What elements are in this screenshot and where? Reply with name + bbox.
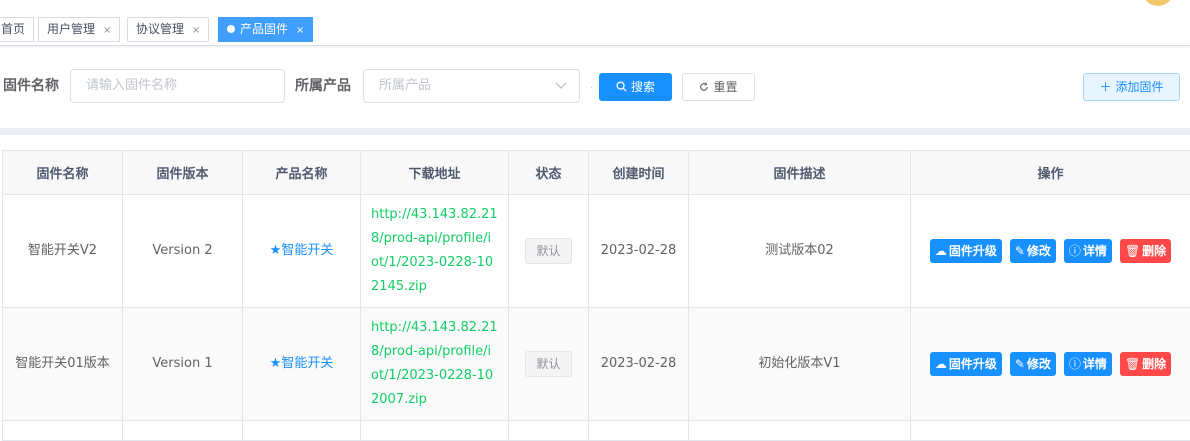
plus-icon: ＋ (1099, 74, 1111, 100)
search-button[interactable]: 搜索 (599, 73, 672, 101)
status-cell: 默认 (509, 308, 589, 421)
status-cell: 默认 (509, 195, 589, 308)
edit-icon: ✎ (1015, 244, 1025, 258)
actions-cell: ☁固件升级 ✎修改 ⓘ详情 🗑删除 (911, 308, 1190, 421)
tag-label: 协议管理 (136, 22, 184, 36)
table-row[interactable]: 智能开关01版本 Version 1 ★智能开关 http://43.143.8… (3, 308, 1190, 421)
edit-label: 修改 (1027, 244, 1051, 258)
created-time-cell: 2023-02-28 (589, 195, 689, 308)
separator-dot: · (590, 83, 593, 94)
edit-button[interactable]: ✎修改 (1010, 352, 1056, 376)
upgrade-label: 固件升级 (949, 357, 997, 371)
created-time-cell: 2023-02-28 (589, 308, 689, 421)
active-dot-icon (227, 25, 235, 33)
upgrade-button[interactable]: ☁固件升级 (930, 352, 1002, 376)
firmware-name-input[interactable]: 请输入固件名称 (70, 69, 285, 103)
reset-button-label: 重置 (713, 80, 737, 94)
reset-button[interactable]: 重置 (682, 73, 755, 101)
product-label: 所属产品 (295, 69, 351, 103)
table-header-row: 固件名称 固件版本 产品名称 下载地址 状态 创建时间 固件描述 操作 (3, 151, 1190, 195)
download-link[interactable]: http://43.143.82.218/prod-api/profile/io… (371, 203, 498, 299)
tag-label: 用户管理 (47, 22, 95, 36)
edit-label: 修改 (1027, 357, 1051, 371)
description-cell: 测试版本02 (689, 195, 911, 308)
tag-user-management[interactable]: 用户管理 × (38, 17, 120, 42)
column-header[interactable]: 固件描述 (689, 151, 911, 195)
firmware-name-cell: 智能开关01版本 (3, 308, 123, 421)
column-header[interactable]: 状态 (509, 151, 589, 195)
info-icon: ⓘ (1069, 244, 1081, 258)
detail-button[interactable]: ⓘ详情 (1064, 239, 1112, 263)
close-icon[interactable]: × (103, 19, 111, 42)
delete-label: 删除 (1142, 244, 1166, 258)
upgrade-label: 固件升级 (949, 244, 997, 258)
tag-home[interactable]: 首页 (0, 17, 34, 42)
add-firmware-button-label: 添加固件 (1116, 80, 1164, 94)
product-link[interactable]: ★智能开关 (270, 243, 334, 258)
search-icon (616, 74, 627, 100)
section-divider (0, 128, 1190, 135)
top-navbar (0, 0, 1190, 12)
download-url-cell: http://43.143.82.218/prod-api/profile/io… (361, 195, 509, 308)
column-header[interactable]: 创建时间 (589, 151, 689, 195)
delete-label: 删除 (1142, 357, 1166, 371)
table-row[interactable]: 智能开关V2 Version 2 ★智能开关 http://43.143.82.… (3, 195, 1190, 308)
detail-label: 详情 (1083, 357, 1107, 371)
edit-button[interactable]: ✎修改 (1010, 239, 1056, 263)
trash-icon: 🗑 (1125, 244, 1140, 258)
chevron-down-icon (555, 70, 567, 114)
firmware-name-label: 固件名称 (3, 69, 59, 103)
column-header[interactable]: 操作 (911, 151, 1190, 195)
search-form: 固件名称 请输入固件名称 所属产品 所属产品 · 搜索 重置 ＋ 添加固件 (0, 52, 1190, 128)
detail-button[interactable]: ⓘ详情 (1064, 352, 1112, 376)
edit-icon: ✎ (1015, 357, 1025, 371)
firmware-name-placeholder: 请输入固件名称 (86, 78, 177, 93)
status-badge: 默认 (525, 351, 571, 377)
search-button-label: 搜索 (631, 80, 655, 94)
column-header[interactable]: 下载地址 (361, 151, 509, 195)
column-header[interactable]: 产品名称 (243, 151, 361, 195)
actions-cell: ☁固件升级 ✎修改 ⓘ详情 🗑删除 (911, 195, 1190, 308)
delete-button[interactable]: 🗑删除 (1120, 239, 1171, 263)
column-header[interactable]: 固件名称 (3, 151, 123, 195)
delete-button[interactable]: 🗑删除 (1120, 352, 1171, 376)
cloud-upload-icon: ☁ (935, 244, 947, 258)
add-firmware-button[interactable]: ＋ 添加固件 (1083, 73, 1180, 101)
refresh-icon (699, 74, 709, 100)
firmware-version-cell: Version 2 (123, 195, 243, 308)
column-header[interactable]: 固件版本 (123, 151, 243, 195)
firmware-version-cell: Version 1 (123, 308, 243, 421)
status-badge: 默认 (525, 238, 571, 264)
description-cell: 初始化版本V1 (689, 308, 911, 421)
tag-protocol-management[interactable]: 协议管理 × (127, 17, 209, 42)
trash-icon: 🗑 (1125, 357, 1140, 371)
tags-view: 首页 用户管理 × 协议管理 × 产品固件 × (0, 12, 1190, 46)
product-name-cell: ★智能开关 (243, 308, 361, 421)
firmware-name-cell: 智能开关V2 (3, 195, 123, 308)
tag-label: 产品固件 (240, 22, 288, 36)
product-select[interactable]: 所属产品 (363, 69, 580, 103)
tag-label: 首页 (1, 22, 25, 36)
close-icon[interactable]: × (296, 19, 304, 42)
info-icon: ⓘ (1069, 357, 1081, 371)
product-name-cell: ★智能开关 (243, 195, 361, 308)
download-link[interactable]: http://43.143.82.218/prod-api/profile/io… (371, 316, 498, 412)
product-placeholder: 所属产品 (379, 78, 431, 93)
product-link[interactable]: ★智能开关 (270, 356, 334, 371)
tag-product-firmware[interactable]: 产品固件 × (218, 17, 313, 42)
close-icon[interactable]: × (192, 19, 200, 42)
upgrade-button[interactable]: ☁固件升级 (930, 239, 1002, 263)
cloud-upload-icon: ☁ (935, 357, 947, 371)
firmware-table: 固件名称 固件版本 产品名称 下载地址 状态 创建时间 固件描述 操作 智能开关… (2, 150, 1190, 441)
download-url-cell: http://43.143.82.218/prod-api/profile/io… (361, 308, 509, 421)
detail-label: 详情 (1083, 244, 1107, 258)
